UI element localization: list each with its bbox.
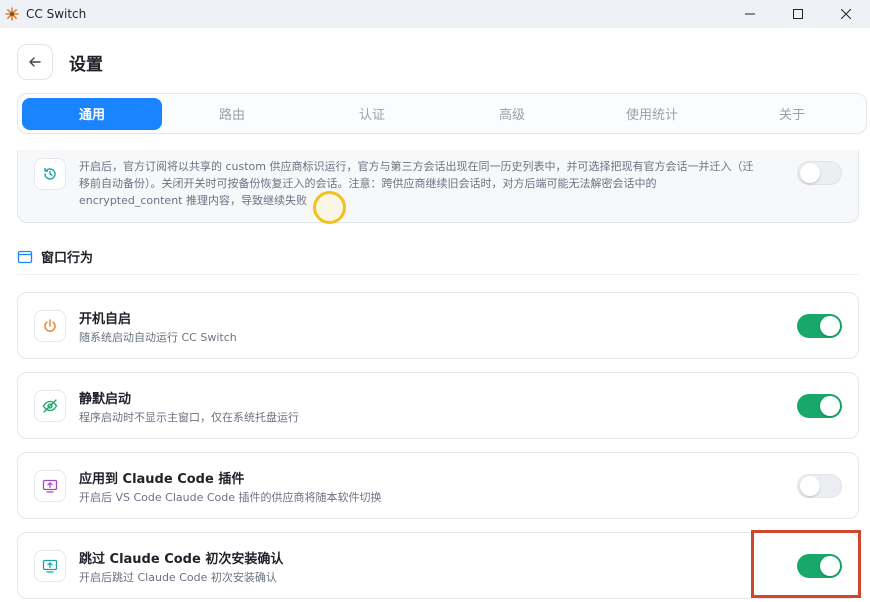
minimize-button[interactable] [726,0,774,28]
monitor-icon [34,470,66,502]
window-icon [17,250,33,264]
tab-general[interactable]: 通用 [22,97,162,130]
section-title: 窗口行为 [41,251,94,266]
maximize-icon [793,9,803,19]
tab-advanced[interactable]: 高级 [442,98,582,130]
silent-start-toggle[interactable] [797,394,842,418]
setting-title: 跳过 Claude Code 初次安装确认 [79,552,284,567]
settings-tabs: 通用 路由 认证 高级 使用统计 关于 [17,93,867,134]
power-icon [34,310,66,342]
toggle-knob [800,476,820,496]
setting-description: 开启后 VS Code Claude Code 插件的供应商将随本软件切换 [79,491,382,504]
claude-code-plugin-toggle[interactable] [797,474,842,498]
setting-card-autostart: 开机自启 随系统启动自动运行 CC Switch [17,292,859,359]
page-title: 设置 [69,54,103,75]
setting-card-shared-session: 开启后，官方订阅将以共享的 custom 供应商标识运行，官方与第三方会话出现在… [17,150,859,223]
monitor-check-icon [34,550,66,582]
eye-off-icon [34,390,66,422]
tab-auth[interactable]: 认证 [302,98,442,130]
window-controls [726,0,870,28]
cursor-indicator [313,191,346,224]
app-logo-icon [4,6,20,22]
tab-routing[interactable]: 路由 [162,98,302,130]
page-header: 设置 [17,44,103,80]
setting-description: 随系统启动自动运行 CC Switch [79,331,237,344]
shared-session-toggle[interactable] [797,161,842,185]
setting-description: 开启后跳过 Claude Code 初次安装确认 [79,571,277,584]
maximize-button[interactable] [774,0,822,28]
title-bar: CC Switch [0,0,870,28]
toggle-knob [800,163,820,183]
highlight-box [751,530,861,598]
setting-title: 静默启动 [79,392,132,407]
autostart-toggle[interactable] [797,314,842,338]
setting-card-skip-install-confirm: 跳过 Claude Code 初次安装确认 开启后跳过 Claude Code … [17,532,859,599]
setting-description: 开启后，官方订阅将以共享的 custom 供应商标识运行，官方与第三方会话出现在… [79,160,754,207]
setting-description: 程序启动时不显示主窗口，仅在系统托盘运行 [79,411,299,424]
back-button[interactable] [17,44,53,80]
setting-card-claude-code-plugin: 应用到 Claude Code 插件 开启后 VS Code Claude Co… [17,452,859,519]
close-window-button[interactable] [822,0,870,28]
setting-title: 开机自启 [79,312,132,327]
toggle-knob [820,396,840,416]
setting-title: 应用到 Claude Code 插件 [79,472,245,487]
tab-usage[interactable]: 使用统计 [582,98,722,130]
setting-card-silent-start: 静默启动 程序启动时不显示主窗口，仅在系统托盘运行 [17,372,859,439]
close-icon [841,9,851,19]
arrow-left-icon [29,57,41,67]
section-window-behavior: 窗口行为 [17,247,859,275]
window-title: CC Switch [26,7,87,21]
minimize-icon [745,13,755,15]
tab-about[interactable]: 关于 [722,98,862,130]
toggle-knob [820,316,840,336]
history-icon [34,158,66,190]
